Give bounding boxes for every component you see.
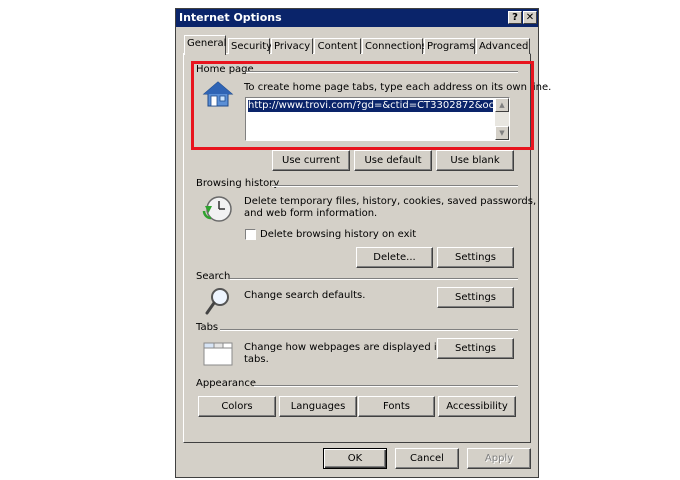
home-page-highlight-box xyxy=(191,61,534,150)
window-title: Internet Options xyxy=(179,11,282,24)
use-current-label: Use current xyxy=(282,155,340,166)
title-bar[interactable]: Internet Options ? ✕ xyxy=(176,9,538,27)
magnifier-icon xyxy=(205,288,229,315)
history-clock-icon xyxy=(202,196,232,222)
accessibility-label: Accessibility xyxy=(446,401,508,412)
apply-label: Apply xyxy=(484,453,514,464)
ok-button[interactable]: OK xyxy=(323,448,387,469)
tabs-section-label: Tabs xyxy=(196,322,222,333)
accessibility-button[interactable]: Accessibility xyxy=(438,396,516,417)
delete-label: Delete... xyxy=(373,252,416,263)
tabs-settings-button[interactable]: Settings xyxy=(437,338,514,359)
search-settings-button[interactable]: Settings xyxy=(437,287,514,308)
tab-content[interactable]: Content xyxy=(314,38,361,54)
search-label: Search xyxy=(196,271,234,282)
browsing-history-description-2: and web form information. xyxy=(244,208,378,219)
history-settings-label: Settings xyxy=(454,252,496,263)
tab-advanced[interactable]: Advanced xyxy=(476,38,530,54)
languages-button[interactable]: Languages xyxy=(279,396,357,417)
appearance-divider xyxy=(254,385,518,387)
delete-on-exit-label[interactable]: Delete browsing history on exit xyxy=(260,229,416,241)
tab-security[interactable]: Security xyxy=(228,38,272,54)
search-divider xyxy=(230,278,518,280)
close-icon: ✕ xyxy=(525,12,535,23)
delete-on-exit-checkbox[interactable] xyxy=(245,229,256,240)
ok-label: OK xyxy=(347,453,363,464)
browsing-history-divider xyxy=(272,185,518,187)
appearance-label: Appearance xyxy=(196,378,260,389)
tab-privacy[interactable]: Privacy xyxy=(271,38,313,54)
tabs-settings-label: Settings xyxy=(454,343,496,354)
use-default-button[interactable]: Use default xyxy=(354,150,432,171)
colors-label: Colors xyxy=(221,401,253,412)
delete-button[interactable]: Delete... xyxy=(356,247,433,268)
browsing-history-description-1: Delete temporary files, history, cookies… xyxy=(244,196,537,207)
tabs-description-2: tabs. xyxy=(244,354,269,365)
fonts-label: Fonts xyxy=(383,401,410,412)
tab-general[interactable]: General xyxy=(184,35,226,55)
help-button[interactable]: ? xyxy=(508,11,522,24)
tabs-divider xyxy=(220,329,518,331)
fonts-button[interactable]: Fonts xyxy=(358,396,435,417)
use-default-label: Use default xyxy=(364,155,422,166)
search-description: Change search defaults. xyxy=(244,290,366,301)
use-current-button[interactable]: Use current xyxy=(272,150,350,171)
search-settings-label: Settings xyxy=(454,292,496,303)
help-icon: ? xyxy=(512,12,518,23)
languages-label: Languages xyxy=(290,401,346,412)
history-settings-button[interactable]: Settings xyxy=(437,247,514,268)
tabs-window-icon xyxy=(203,342,233,366)
cancel-button[interactable]: Cancel xyxy=(395,448,459,469)
apply-button: Apply xyxy=(467,448,531,469)
colors-button[interactable]: Colors xyxy=(198,396,276,417)
close-button[interactable]: ✕ xyxy=(523,11,537,24)
tabs-description-1: Change how webpages are displayed in xyxy=(244,342,443,353)
tab-connections[interactable]: Connections xyxy=(362,38,427,54)
use-blank-label: Use blank xyxy=(450,155,500,166)
use-blank-button[interactable]: Use blank xyxy=(436,150,514,171)
cancel-label: Cancel xyxy=(410,453,444,464)
tab-programs[interactable]: Programs xyxy=(424,38,475,54)
browsing-history-label: Browsing history xyxy=(196,178,283,189)
